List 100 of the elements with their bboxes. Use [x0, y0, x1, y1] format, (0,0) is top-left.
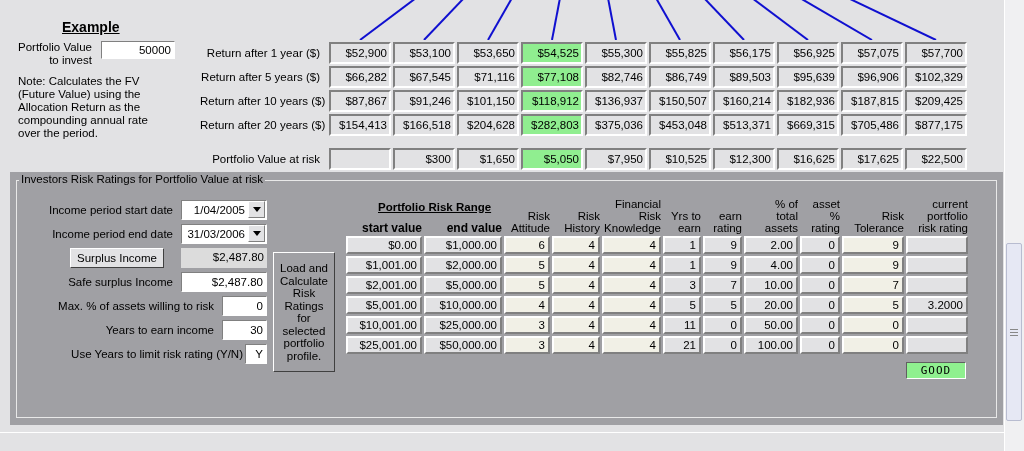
- return-cell: $705,486: [841, 114, 903, 136]
- table-cell: 9: [703, 256, 742, 274]
- input-field[interactable]: 0: [222, 295, 267, 316]
- table-cell: $10,000.00: [424, 296, 502, 314]
- return-cell: $53,100: [393, 42, 455, 64]
- table-cell: 21: [663, 336, 701, 354]
- input-field[interactable]: 30: [222, 319, 267, 340]
- table-title: Portfolio Risk Range: [378, 201, 492, 213]
- return-label: Return after 5 years ($): [200, 71, 321, 83]
- table-cell: 4.00: [744, 256, 798, 274]
- portfolio-value-field[interactable]: 50000: [100, 41, 175, 59]
- table-cell: 2.00: [744, 236, 798, 254]
- return-cell: $56,925: [777, 42, 839, 64]
- return-cell: $91,246: [393, 90, 455, 112]
- table-cell: 0: [800, 336, 840, 354]
- table-cell: 0: [800, 296, 840, 314]
- return-cell: $669,315: [777, 114, 839, 136]
- table-cell: [906, 316, 968, 334]
- return-cell: $209,425: [905, 90, 967, 112]
- table-cell: $0.00: [346, 236, 422, 254]
- column-header: % of total assets: [763, 198, 798, 234]
- column-header: Financial Risk Knowledge: [603, 198, 661, 234]
- table-cell: $5,000.00: [424, 276, 502, 294]
- table-cell: 0: [800, 236, 840, 254]
- return-label: Return after 1 year ($): [205, 47, 321, 59]
- table-cell: 4: [552, 336, 600, 354]
- value-at-risk-cell: $12,300: [713, 148, 775, 170]
- rating-badge: GOOD: [906, 362, 966, 379]
- table-cell: $25,000.00: [424, 316, 502, 334]
- return-cell: $101,150: [457, 90, 519, 112]
- table-cell: [906, 256, 968, 274]
- column-header: end value: [445, 222, 502, 234]
- table-cell: 5: [663, 296, 701, 314]
- return-cell: $118,912: [521, 90, 583, 112]
- table-cell: 9: [842, 256, 904, 274]
- value-at-risk-cell: $7,950: [585, 148, 647, 170]
- return-cell: $87,867: [329, 90, 391, 112]
- return-cell: $52,900: [329, 42, 391, 64]
- date-dropdown[interactable]: 31/03/2006: [181, 223, 267, 244]
- field-label: Years to earn income: [105, 323, 214, 336]
- field-label: Max. % of assets willing to risk: [58, 299, 214, 312]
- table-cell: 7: [703, 276, 742, 294]
- return-cell: $95,639: [777, 66, 839, 88]
- table-cell: 5: [504, 256, 550, 274]
- table-cell: $1,000.00: [424, 236, 502, 254]
- table-cell: $50,000.00: [424, 336, 502, 354]
- value-at-risk-cell: [329, 148, 391, 170]
- table-cell: $2,001.00: [346, 276, 422, 294]
- value-at-risk-cell: $17,625: [841, 148, 903, 170]
- load-calculate-button[interactable]: Load and Calculate Risk Ratings for selected portfolio profile.: [273, 252, 335, 372]
- column-header: current portfolio risk rating: [917, 198, 968, 234]
- return-cell: $86,749: [649, 66, 711, 88]
- table-cell: $5,001.00: [346, 296, 422, 314]
- return-cell: $53,650: [457, 42, 519, 64]
- return-cell: $154,413: [329, 114, 391, 136]
- table-cell: 10.00: [744, 276, 798, 294]
- table-cell: 4: [552, 276, 600, 294]
- return-cell: $160,214: [713, 90, 775, 112]
- scrollbar-thumb[interactable]: [1006, 243, 1022, 421]
- table-cell: 3: [504, 336, 550, 354]
- return-cell: $67,545: [393, 66, 455, 88]
- table-cell: 0: [842, 316, 904, 334]
- table-cell: 50.00: [744, 316, 798, 334]
- table-cell: 100.00: [744, 336, 798, 354]
- table-cell: 4: [552, 316, 600, 334]
- table-cell: 0: [842, 336, 904, 354]
- input-field[interactable]: Y: [245, 343, 267, 364]
- table-cell: $1,001.00: [346, 256, 422, 274]
- table-cell: [906, 236, 968, 254]
- table-cell: 4: [602, 236, 661, 254]
- column-header: start value: [360, 222, 422, 234]
- return-cell: $877,175: [905, 114, 967, 136]
- column-header: earn rating: [712, 210, 742, 234]
- value-at-risk-label: Portfolio Value at risk: [211, 153, 321, 165]
- grip-icon: [1010, 328, 1018, 336]
- table-cell: 9: [703, 236, 742, 254]
- table-cell: [906, 336, 968, 354]
- table-cell: 3.2000: [906, 296, 968, 314]
- field-label: Use Years to limit risk rating (Y/N): [71, 347, 243, 360]
- table-cell: 0: [703, 316, 742, 334]
- return-cell: $182,936: [777, 90, 839, 112]
- date-dropdown[interactable]: 1/04/2005: [181, 199, 267, 220]
- field-label: Safe surplus Income: [68, 275, 173, 288]
- scrollbar[interactable]: [1004, 0, 1024, 451]
- return-cell: $56,175: [713, 42, 775, 64]
- table-cell: 5: [842, 296, 904, 314]
- caret-icon: [252, 207, 261, 212]
- table-cell: 9: [842, 236, 904, 254]
- return-cell: $282,803: [521, 114, 583, 136]
- return-cell: $513,371: [713, 114, 775, 136]
- return-cell: $204,628: [457, 114, 519, 136]
- value-at-risk-cell: $5,050: [521, 148, 583, 170]
- value-at-risk-cell: $16,625: [777, 148, 839, 170]
- caret-icon: [252, 231, 261, 236]
- input-field[interactable]: $2,487.80: [181, 271, 267, 292]
- table-cell: 1: [663, 256, 701, 274]
- surplus-income-button[interactable]: Surplus Income: [70, 247, 164, 268]
- return-cell: $136,937: [585, 90, 647, 112]
- return-cell: $96,906: [841, 66, 903, 88]
- return-cell: $55,825: [649, 42, 711, 64]
